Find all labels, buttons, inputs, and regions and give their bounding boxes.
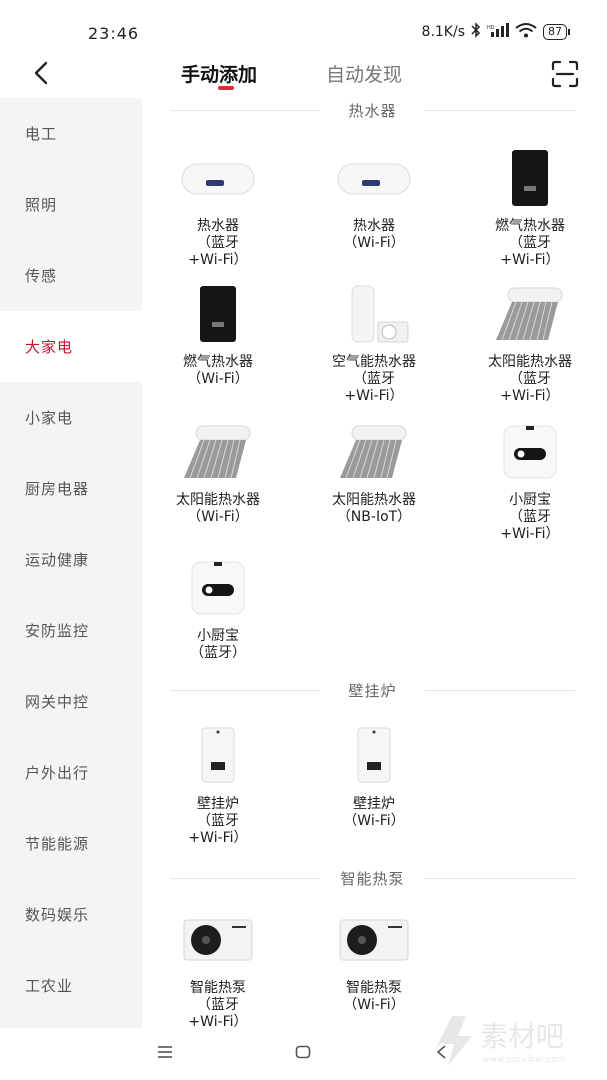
device-item[interactable]: 热水器 （Wi-Fi） — [304, 148, 444, 252]
tab-manual-add[interactable]: 手动添加 — [181, 60, 257, 87]
device-item[interactable]: 太阳能热水器 （蓝牙 +Wi-Fi） — [460, 284, 600, 405]
sidebar-item-kitchen[interactable]: 厨房电器 — [0, 453, 142, 524]
solar-water-heater-icon — [334, 422, 414, 482]
gas-water-heater-icon — [490, 148, 570, 208]
sidebar-item-security[interactable]: 安防监控 — [0, 595, 142, 666]
sidebar-item-sensors[interactable]: 传感 — [0, 240, 142, 311]
svg-text:HD: HD — [487, 25, 495, 31]
heat-pump-icon — [178, 910, 258, 970]
section-header-wall-boilers: 壁挂炉 — [170, 680, 575, 701]
section-header-water-heaters: 热水器 — [170, 100, 575, 121]
sidebar-item-label: 节能能源 — [25, 835, 90, 853]
scan-button[interactable] — [551, 60, 579, 88]
bluetooth-icon — [471, 22, 481, 42]
wall-boiler-icon — [334, 726, 414, 786]
device-list: 热水器 热水器 （蓝牙 +Wi-Fi） 热水器 （Wi-Fi） 燃气热水器 （蓝牙 +Wi… — [142, 98, 607, 1038]
sidebar-item-label: 数码娱乐 — [25, 906, 90, 924]
device-item[interactable]: 智能热泵 （蓝牙 +Wi-Fi） — [148, 910, 288, 1031]
kitchen-heater-icon — [490, 422, 570, 482]
device-item[interactable]: 智能热泵 （Wi-Fi） — [304, 910, 444, 1014]
top-header: 手动添加 自动发现 — [0, 50, 607, 98]
category-sidebar: 电工 照明 传感 大家电 小家电 厨房电器 运动健康 安防监控 网关中控 户外出… — [0, 98, 142, 1028]
section-title: 壁挂炉 — [348, 682, 397, 700]
water-heater-icon — [178, 148, 258, 208]
device-name: 太阳能热水器 （蓝牙 +Wi-Fi） — [488, 354, 572, 404]
menu-icon — [158, 1046, 172, 1058]
sidebar-item-major-appliances[interactable]: 大家电 — [0, 311, 142, 382]
sidebar-item-gateway[interactable]: 网关中控 — [0, 666, 142, 737]
home-button[interactable] — [295, 1044, 311, 1063]
device-item[interactable]: 小厨宝 （蓝牙） — [148, 558, 288, 662]
sidebar-item-label: 传感 — [25, 267, 58, 285]
device-item[interactable]: 太阳能热水器 （NB-IoT） — [304, 422, 444, 526]
device-item[interactable]: 燃气热水器 （蓝牙 +Wi-Fi） — [460, 148, 600, 269]
solar-water-heater-icon — [178, 422, 258, 482]
device-item[interactable]: 小厨宝 （蓝牙 +Wi-Fi） — [460, 422, 600, 543]
sidebar-item-label: 厨房电器 — [25, 480, 90, 498]
sidebar-item-electrical[interactable]: 电工 — [0, 98, 142, 169]
watermark-text: 素材吧 — [480, 1020, 564, 1053]
sidebar-item-label: 大家电 — [25, 338, 74, 356]
active-tab-indicator — [218, 86, 234, 90]
device-name: 空气能热水器 （蓝牙 +Wi-Fi） — [332, 354, 416, 404]
menu-button[interactable] — [157, 1044, 173, 1063]
wall-boiler-icon — [178, 726, 258, 786]
section-title: 热水器 — [348, 102, 397, 120]
network-speed: 8.1K/s — [421, 24, 465, 40]
sidebar-item-label: 工农业 — [25, 977, 74, 995]
battery-indicator: 87 — [543, 24, 570, 40]
sidebar-item-label: 电工 — [25, 125, 58, 143]
sidebar-item-energy[interactable]: 节能能源 — [0, 808, 142, 879]
device-item[interactable]: 壁挂炉 （蓝牙 +Wi-Fi） — [148, 726, 288, 847]
device-item[interactable]: 热水器 （蓝牙 +Wi-Fi） — [148, 148, 288, 269]
device-name: 小厨宝 （蓝牙 +Wi-Fi） — [500, 492, 560, 542]
sidebar-item-digital[interactable]: 数码娱乐 — [0, 879, 142, 950]
sidebar-item-label: 运动健康 — [25, 551, 90, 569]
device-item[interactable]: 壁挂炉 （Wi-Fi） — [304, 726, 444, 830]
watermark-url: www.sucaibar.com — [482, 1055, 566, 1065]
sidebar-item-fitness[interactable]: 运动健康 — [0, 524, 142, 595]
device-name: 太阳能热水器 （Wi-Fi） — [176, 492, 260, 525]
sidebar-item-industry[interactable]: 工农业 — [0, 950, 142, 1021]
device-name: 壁挂炉 （蓝牙 +Wi-Fi） — [188, 796, 248, 846]
wifi-icon — [515, 22, 537, 42]
kitchen-heater-icon — [178, 558, 258, 618]
device-name: 太阳能热水器 （NB-IoT） — [332, 492, 416, 525]
sidebar-item-label: 户外出行 — [25, 764, 90, 782]
device-name: 燃气热水器 （Wi-Fi） — [183, 354, 253, 387]
device-name: 智能热泵 （Wi-Fi） — [343, 980, 405, 1013]
water-heater-icon — [334, 148, 414, 208]
home-icon — [295, 1045, 311, 1059]
device-name: 热水器 （蓝牙 +Wi-Fi） — [188, 218, 248, 268]
device-item[interactable]: 空气能热水器 （蓝牙 +Wi-Fi） — [304, 284, 444, 405]
air-source-water-heater-icon — [334, 284, 414, 344]
watermark-logo: 素材吧 www.sucaibar.com — [424, 1006, 594, 1070]
status-indicators: 8.1K/s HD 87 — [421, 22, 570, 42]
scan-icon — [551, 60, 579, 88]
back-button[interactable] — [26, 58, 56, 88]
device-name: 智能热泵 （蓝牙 +Wi-Fi） — [188, 980, 248, 1030]
section-title: 智能热泵 — [340, 870, 405, 888]
gas-water-heater-icon — [178, 284, 258, 344]
sidebar-item-lighting[interactable]: 照明 — [0, 169, 142, 240]
sidebar-item-label: 网关中控 — [25, 693, 90, 711]
heat-pump-icon — [334, 910, 414, 970]
device-name: 小厨宝 （蓝牙） — [190, 628, 246, 661]
device-name: 壁挂炉 （Wi-Fi） — [343, 796, 405, 829]
sidebar-item-label: 安防监控 — [25, 622, 90, 640]
device-item[interactable]: 太阳能热水器 （Wi-Fi） — [148, 422, 288, 526]
solar-water-heater-icon — [490, 284, 570, 344]
status-time: 23:46 — [88, 24, 140, 43]
section-header-heat-pumps: 智能热泵 — [170, 868, 575, 889]
device-name: 热水器 （Wi-Fi） — [343, 218, 405, 251]
device-item[interactable]: 燃气热水器 （Wi-Fi） — [148, 284, 288, 388]
chevron-left-icon — [34, 61, 48, 85]
sidebar-item-small-appliances[interactable]: 小家电 — [0, 382, 142, 453]
sidebar-item-outdoor[interactable]: 户外出行 — [0, 737, 142, 808]
signal-icon: HD — [487, 23, 509, 41]
device-name: 燃气热水器 （蓝牙 +Wi-Fi） — [495, 218, 565, 268]
sidebar-item-label: 照明 — [25, 196, 58, 214]
sidebar-item-label: 小家电 — [25, 409, 74, 427]
tab-auto-discover[interactable]: 自动发现 — [326, 60, 402, 87]
